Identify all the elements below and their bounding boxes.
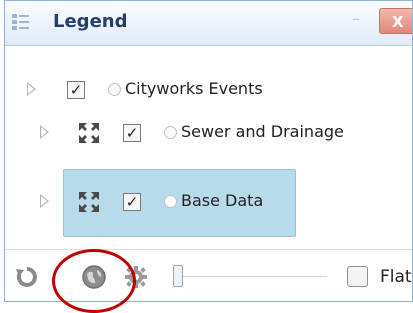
full-extent-icon[interactable] [77, 190, 101, 214]
legend-titlebar[interactable]: Legend – X [5, 1, 412, 46]
close-button[interactable]: X [379, 8, 412, 34]
expand-triangle-icon[interactable] [40, 125, 49, 139]
expand-triangle-icon[interactable] [40, 194, 49, 208]
flat-label[interactable]: Flat [380, 267, 412, 287]
layer-select-radio[interactable] [164, 195, 177, 208]
close-icon: X [392, 13, 404, 31]
highlight-circle-annotation [52, 249, 136, 313]
layer-select-radio[interactable] [108, 83, 121, 96]
refresh-icon[interactable] [15, 265, 39, 293]
expand-triangle-icon[interactable] [27, 82, 36, 96]
layer-select-radio[interactable] [164, 126, 177, 139]
check-mark-icon: ✓ [125, 193, 139, 211]
legend-icon [11, 13, 31, 31]
opacity-slider-track[interactable] [183, 276, 327, 277]
check-mark-icon: ✓ [69, 81, 83, 99]
layer-visibility-checkbox[interactable]: ✓ [123, 124, 141, 142]
layer-visibility-checkbox[interactable]: ✓ [123, 193, 141, 211]
layer-label[interactable]: Cityworks Events [125, 79, 263, 98]
layer-label[interactable]: Base Data [181, 191, 263, 210]
opacity-slider-thumb[interactable] [173, 265, 183, 287]
minimize-icon[interactable]: – [352, 9, 360, 28]
layer-label[interactable]: Sewer and Drainage [181, 122, 344, 141]
layer-visibility-checkbox[interactable]: ✓ [67, 81, 85, 99]
full-extent-icon[interactable] [77, 121, 101, 145]
flat-checkbox[interactable] [347, 266, 368, 287]
panel-title: Legend [53, 11, 128, 32]
check-mark-icon: ✓ [125, 124, 139, 142]
